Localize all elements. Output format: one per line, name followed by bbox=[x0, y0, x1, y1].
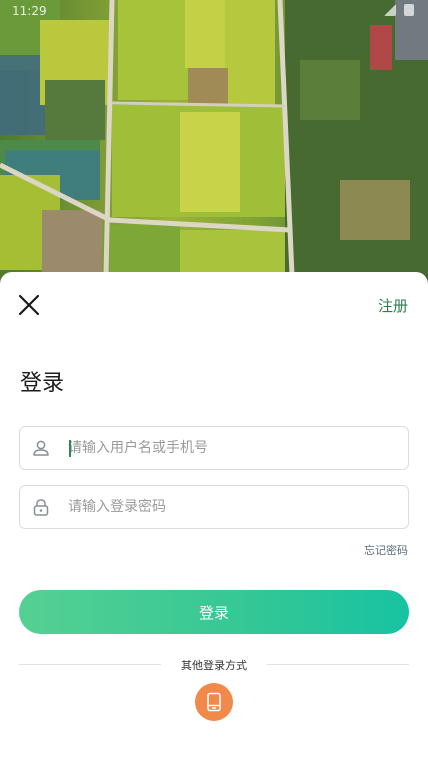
status-icons bbox=[384, 4, 414, 16]
lock-icon bbox=[33, 499, 49, 516]
username-input[interactable] bbox=[68, 427, 398, 469]
phone-icon bbox=[207, 692, 221, 712]
user-icon bbox=[33, 440, 49, 456]
other-login-label: 其他登录方式 bbox=[181, 659, 247, 672]
status-time: 11:29 bbox=[12, 4, 47, 18]
login-button[interactable]: 登录 bbox=[19, 590, 409, 634]
signal-icon bbox=[384, 4, 396, 16]
password-input[interactable] bbox=[68, 486, 398, 528]
close-button[interactable] bbox=[16, 292, 42, 318]
background-aerial-farmland bbox=[0, 0, 428, 300]
password-field bbox=[19, 485, 409, 529]
username-field bbox=[19, 426, 409, 470]
status-bar: 11:29 bbox=[0, 0, 428, 24]
forgot-password-link[interactable]: 忘记密码 bbox=[364, 542, 408, 558]
divider-line-right bbox=[267, 664, 409, 665]
register-link[interactable]: 注册 bbox=[378, 295, 408, 316]
close-icon bbox=[18, 294, 40, 316]
text-cursor bbox=[69, 440, 71, 457]
battery-icon bbox=[404, 4, 414, 16]
login-sheet: 注册 登录 忘记密码 登录 其他登录方式 bbox=[0, 272, 428, 762]
phone-login-button[interactable] bbox=[195, 683, 233, 721]
farmland-illustration bbox=[0, 0, 428, 276]
other-login-divider: 其他登录方式 bbox=[19, 657, 409, 672]
page-title: 登录 bbox=[20, 371, 65, 396]
